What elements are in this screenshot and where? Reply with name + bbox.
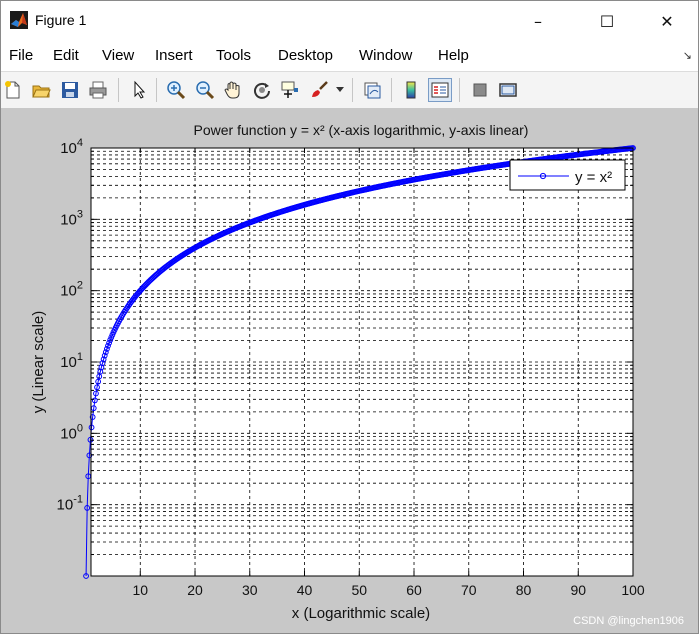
y-tick-label: 101	[60, 351, 83, 371]
insert-colorbar-icon[interactable]	[399, 78, 423, 102]
menu-tools[interactable]: Tools	[216, 47, 251, 64]
matlab-logo-icon	[10, 11, 28, 29]
x-tick-label: 30	[242, 582, 258, 598]
x-tick-label: 80	[516, 582, 532, 598]
y-axis-label: y (Linear scale)	[30, 311, 47, 414]
menu-view[interactable]: View	[102, 47, 134, 64]
maximize-button[interactable]: ☐	[584, 1, 630, 41]
plot-svg: 10 20 30 40 50 60 70 80 90 100 10-1 100 101 102 103 104…	[30, 122, 645, 622]
open-file-icon[interactable]	[29, 78, 53, 102]
y-tick-label: 100	[60, 422, 83, 442]
brush-dropdown-icon[interactable]	[333, 78, 347, 102]
hide-plot-tools-icon[interactable]	[468, 78, 492, 102]
link-plot-icon[interactable]	[360, 78, 384, 102]
figure-window: Figure 1 – ☐ ✕ File Edit View Insert Too…	[0, 0, 699, 634]
toolbar-separator	[352, 78, 353, 102]
menu-edit[interactable]: Edit	[53, 47, 79, 64]
x-axis-label: x (Logarithmic scale)	[292, 605, 430, 622]
y-tick-label: 102	[60, 280, 83, 300]
legend[interactable]: y = x²	[509, 159, 626, 191]
x-tick-label: 20	[187, 582, 203, 598]
show-plot-tools-icon[interactable]	[496, 78, 520, 102]
toolbar-separator	[459, 78, 460, 102]
figure-canvas: 10 20 30 40 50 60 70 80 90 100 10-1 100 101 102 103 104…	[1, 108, 698, 633]
new-figure-icon[interactable]	[1, 78, 25, 102]
toolbar-separator	[391, 78, 392, 102]
window-title: Figure 1	[35, 12, 87, 28]
minimize-button[interactable]: –	[515, 1, 561, 41]
zoom-in-icon[interactable]	[164, 78, 188, 102]
menu-desktop[interactable]: Desktop	[278, 47, 333, 64]
title-bar[interactable]: Figure 1 – ☐ ✕	[1, 1, 698, 41]
x-tick-label: 70	[461, 582, 477, 598]
x-tick-label: 100	[621, 582, 645, 598]
y-tick-label: 10-1	[57, 494, 83, 514]
x-tick-label: 10	[132, 582, 148, 598]
close-button[interactable]: ✕	[644, 1, 690, 41]
menu-insert[interactable]: Insert	[155, 47, 193, 64]
edit-plot-arrow-icon[interactable]	[127, 78, 151, 102]
x-tick-label: 90	[570, 582, 586, 598]
brush-icon[interactable]	[307, 78, 331, 102]
insert-legend-icon[interactable]	[428, 78, 452, 102]
zoom-out-icon[interactable]	[193, 78, 217, 102]
dock-arrow-icon[interactable]: ↘	[683, 49, 692, 62]
data-cursor-icon[interactable]	[278, 78, 302, 102]
rotate-3d-icon[interactable]	[250, 78, 274, 102]
figure-toolbar	[1, 71, 698, 109]
x-tick-label: 40	[297, 582, 313, 598]
chart-title: Power function y = x² (x-axis logarithmi…	[194, 122, 529, 138]
x-tick-label: 50	[351, 582, 367, 598]
y-tick-label: 104	[60, 137, 83, 157]
menu-help[interactable]: Help	[438, 47, 469, 64]
y-tick-label: 103	[60, 208, 83, 228]
watermark: CSDN @lingchen1906	[573, 615, 684, 627]
pan-hand-icon[interactable]	[221, 78, 245, 102]
toolbar-separator	[156, 78, 157, 102]
print-icon[interactable]	[86, 78, 110, 102]
x-tick-label: 60	[406, 582, 422, 598]
menu-window[interactable]: Window	[359, 47, 412, 64]
toolbar-separator	[118, 78, 119, 102]
save-icon[interactable]	[58, 78, 82, 102]
menu-bar: File Edit View Insert Tools Desktop Wind…	[1, 41, 698, 71]
menu-file[interactable]: File	[9, 47, 33, 64]
legend-entry: y = x²	[575, 169, 612, 186]
